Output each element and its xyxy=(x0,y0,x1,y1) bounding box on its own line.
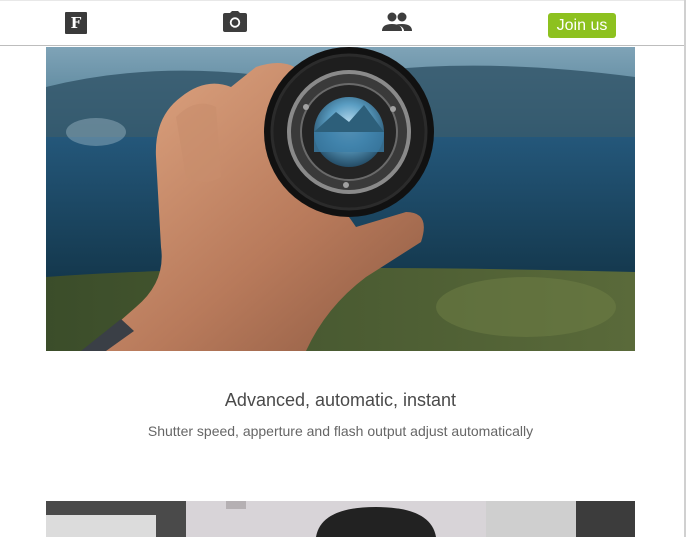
feature-title: Advanced, automatic, instant xyxy=(224,390,457,410)
join-us-button[interactable]: Join us xyxy=(548,13,616,38)
hero-image xyxy=(46,47,635,351)
top-nav-bar: F Join us xyxy=(0,0,684,46)
camera-icon[interactable] xyxy=(222,11,248,33)
camera-closeup-photo xyxy=(46,501,635,537)
group-icon[interactable] xyxy=(381,10,413,34)
hand-holding-lens-photo xyxy=(46,47,635,351)
flickr-f-logo-icon[interactable]: F xyxy=(65,12,87,34)
second-section-image xyxy=(46,501,635,537)
feature-description: Shutter speed, apperture and flash outpu… xyxy=(147,423,534,439)
